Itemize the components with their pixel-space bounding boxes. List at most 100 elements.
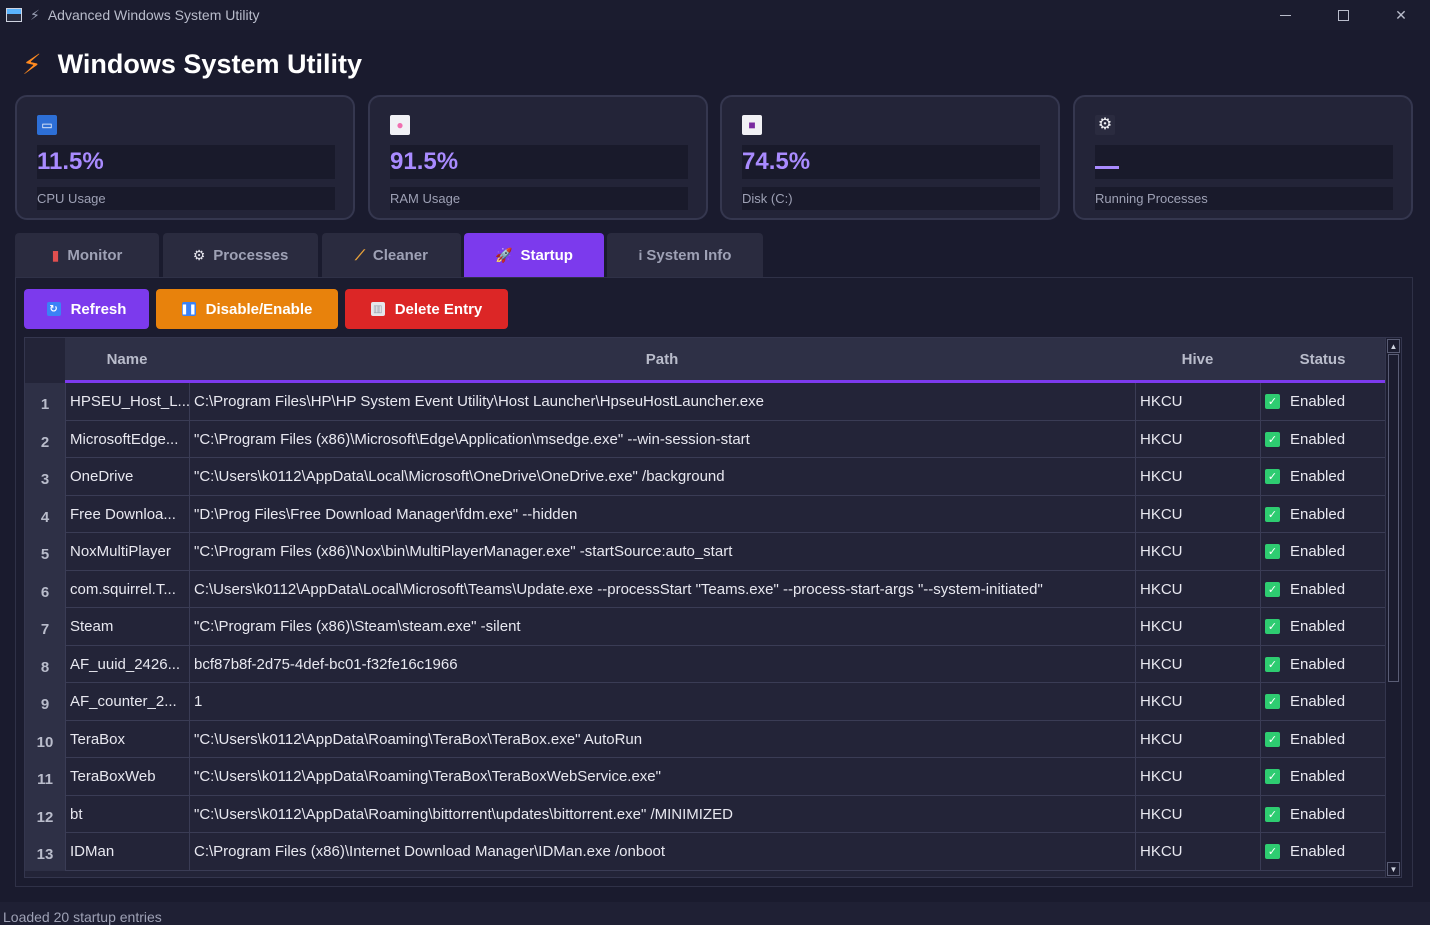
status-text: Enabled [1290,730,1346,748]
cell-status: ✓ Enabled [1260,645,1385,683]
cell-status: ✓ Enabled [1260,383,1385,421]
column-header-name[interactable]: Name [65,338,189,380]
column-header-path[interactable]: Path [189,338,1135,380]
column-header-status[interactable]: Status [1260,338,1385,380]
cell-name: com.squirrel.T... [65,570,189,608]
table-header: Name Path Hive Status [25,338,1385,383]
minimize-button[interactable] [1256,0,1314,30]
checkmark-icon: ✓ [1265,469,1280,485]
cell-hive: HKCU [1135,383,1260,421]
cell-hive: HKCU [1135,720,1260,758]
refresh-button[interactable]: ↻ Refresh [24,289,149,329]
cell-path: C:\Program Files\HP\HP System Event Util… [189,383,1135,421]
tab-cleaner[interactable]: ⟋ Cleaner [322,233,461,277]
checkmark-icon: ✓ [1265,581,1280,597]
checkmark-icon: ✓ [1265,506,1280,522]
cell-path: C:\Users\k0112\AppData\Local\Microsoft\T… [189,570,1135,608]
status-text: Enabled [1290,805,1346,823]
cell-status: ✓ Enabled [1260,495,1385,533]
row-number: 7 [25,608,65,646]
cell-name: HPSEU_Host_L... [65,383,189,421]
processes-value [1095,145,1393,179]
checkmark-icon: ✓ [1265,694,1280,710]
trash-icon: ▥ [370,302,385,316]
cell-hive: HKCU [1135,833,1260,871]
table-row[interactable]: 5 NoxMultiPlayer "C:\Program Files (x86)\N… [25,533,1385,571]
maximize-icon [1337,9,1349,21]
tab-processes[interactable]: ⚙ Processes [163,233,318,277]
brain-icon: ● [390,115,410,135]
cpu-label: CPU Usage [37,187,335,210]
table-row[interactable]: 12 bt "C:\Users\k0112\AppData\Roaming\bitt… [25,795,1385,833]
cell-hive: HKCU [1135,458,1260,496]
tab-monitor[interactable]: ▮ Monitor [15,233,159,277]
table-row[interactable]: 7 Steam "C:\Program Files (x86)\Steam\stea… [25,608,1385,646]
checkmark-icon: ✓ [1265,619,1280,635]
vertical-scrollbar[interactable]: ▲ ▼ [1385,338,1401,877]
status-text: Enabled [1290,655,1346,673]
minimize-icon [1279,14,1291,16]
maximize-button[interactable] [1314,0,1372,30]
table-row[interactable]: 1 HPSEU_Host_L... C:\Program Files\HP\HP S… [25,383,1385,421]
cell-path: C:\Program Files (x86)\Internet Download… [189,833,1135,871]
table-row[interactable]: 6 com.squirrel.T... C:\Users\k0112\AppData… [25,570,1385,608]
cell-hive: HKCU [1135,420,1260,458]
cell-status: ✓ Enabled [1260,795,1385,833]
close-icon: ✕ [1395,6,1407,23]
scrollbar-thumb[interactable] [1388,354,1399,682]
ram-label: RAM Usage [390,187,688,210]
table-row[interactable]: 2 MicrosoftEdge... "C:\Program Files (x86)… [25,420,1385,458]
floppy-disk-icon: ■ [742,115,762,135]
cell-name: TeraBoxWeb [65,758,189,796]
table-row[interactable]: 9 AF_counter_2... 1 HKCU ✓ Enabled [25,683,1385,721]
cell-name: Steam [65,608,189,646]
close-button[interactable]: ✕ [1372,0,1430,30]
window-controls: ✕ [1256,0,1430,30]
status-text: Enabled [1290,543,1346,561]
column-header-hive[interactable]: Hive [1135,338,1260,380]
scroll-up-icon[interactable]: ▲ [1387,339,1400,353]
cell-name: AF_uuid_2426... [65,645,189,683]
empty-value-dash [1095,165,1119,169]
cell-hive: HKCU [1135,795,1260,833]
cell-path: "C:\Users\k0112\AppData\Roaming\TeraBox\… [189,720,1135,758]
cell-status: ✓ Enabled [1260,458,1385,496]
cell-path: "C:\Program Files (x86)\Nox\bin\MultiPla… [189,533,1135,571]
pause-icon: ❚❚ [180,302,198,316]
scroll-down-icon[interactable]: ▼ [1387,862,1400,876]
row-number: 4 [25,495,65,533]
table-row[interactable]: 3 OneDrive "C:\Users\k0112\AppData\Local\M… [25,458,1385,496]
cell-hive: HKCU [1135,608,1260,646]
cell-name: NoxMultiPlayer [65,533,189,571]
status-text: Enabled [1290,618,1346,636]
table-row[interactable]: 10 TeraBox "C:\Users\k0112\AppData\Roaming… [25,720,1385,758]
cell-hive: HKCU [1135,683,1260,721]
cell-name: MicrosoftEdge... [65,420,189,458]
disk-card: ■ 74.5% Disk (C:) [720,95,1060,220]
cell-hive: HKCU [1135,758,1260,796]
disk-label: Disk (C:) [742,187,1040,210]
disable-enable-button[interactable]: ❚❚ Disable/Enable [156,289,338,329]
checkmark-icon: ✓ [1265,731,1280,747]
startup-table: Name Path Hive Status 1 HPSEU_Host_L... C:… [24,337,1402,878]
delete-entry-button[interactable]: ▥ Delete Entry [345,289,508,329]
cell-name: TeraBox [65,720,189,758]
table-row[interactable]: 8 AF_uuid_2426... bcf87b8f-2d75-4def-bc01-… [25,645,1385,683]
tab-system-info[interactable]: i System Info [607,233,763,277]
cell-name: bt [65,795,189,833]
cell-name: OneDrive [65,458,189,496]
row-number: 5 [25,533,65,571]
tab-startup[interactable]: 🚀 Startup [464,233,604,277]
row-number: 13 [25,833,65,871]
cell-hive: HKCU [1135,495,1260,533]
processes-card: ⚙ Running Processes [1073,95,1413,220]
checkmark-icon: ✓ [1265,844,1280,860]
status-text: Enabled [1290,468,1346,486]
row-number: 6 [25,570,65,608]
table-row[interactable]: 4 Free Downloa... "D:\Prog Files\Free Down… [25,495,1385,533]
monitor-icon: ▭ [37,115,57,135]
lightning-icon: ⚡ [22,49,42,80]
table-row[interactable]: 13 IDMan C:\Program Files (x86)\Internet D… [25,833,1385,871]
table-row[interactable]: 11 TeraBoxWeb "C:\Users\k0112\AppData\Roam… [25,758,1385,796]
cell-status: ✓ Enabled [1260,683,1385,721]
